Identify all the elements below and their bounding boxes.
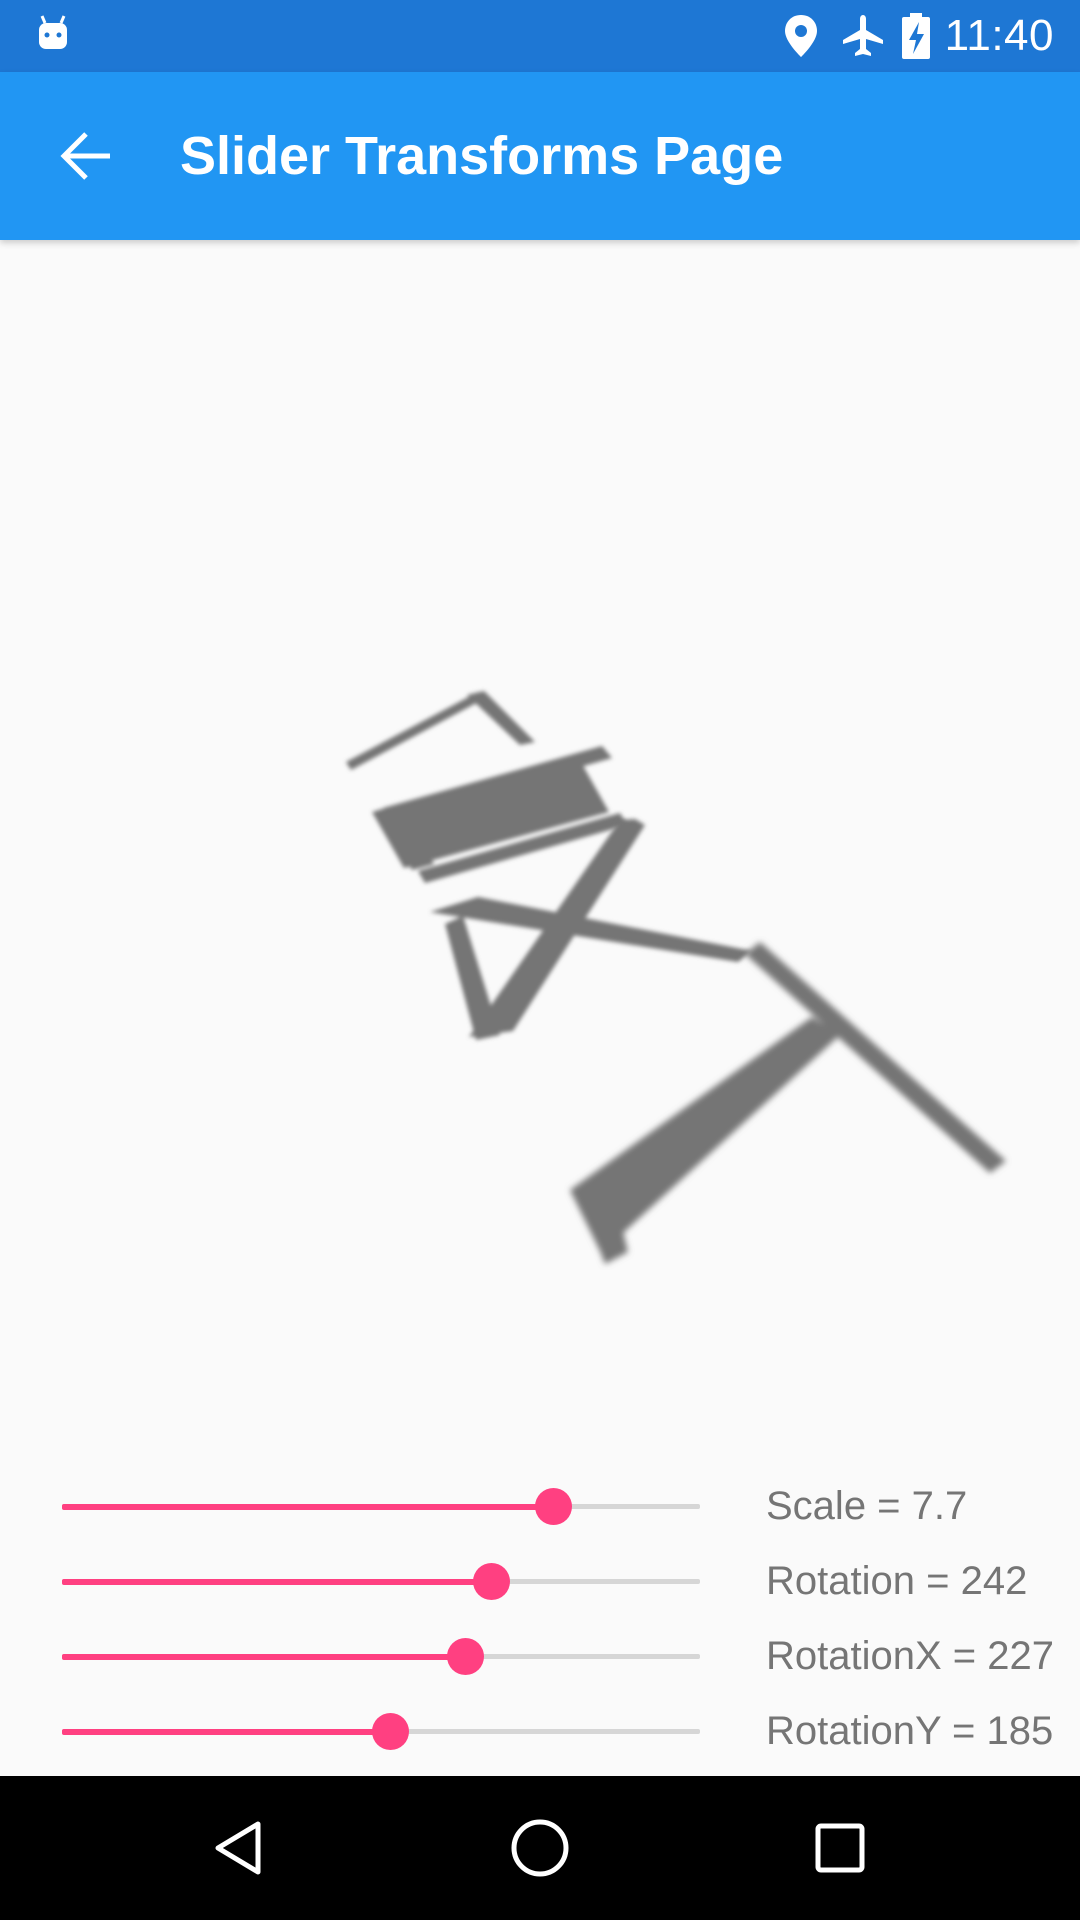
navigation-bar [0, 1776, 1080, 1920]
nav-back-icon [215, 1821, 261, 1875]
nav-recents-button[interactable] [790, 1798, 890, 1898]
page-title: Slider Transforms Page [180, 126, 784, 186]
text-letter-t1 [346, 691, 535, 770]
rotation-y-slider-row: RotationY = 185 [0, 1694, 1080, 1769]
rotation-x-label: RotationX = 227 [766, 1634, 1054, 1678]
text-letter-x [430, 819, 752, 1040]
slider-thumb[interactable] [371, 1713, 409, 1750]
airplane-icon [839, 12, 887, 60]
slider-fill [62, 1579, 491, 1585]
rotation-label: Rotation = 242 [766, 1559, 1028, 1603]
rotation-x-slider-row: RotationX = 227 [0, 1619, 1080, 1694]
slider-thumb[interactable] [446, 1638, 484, 1675]
scale-label: Scale = 7.7 [766, 1484, 968, 1528]
rotation-y-label: RotationY = 185 [766, 1709, 1054, 1753]
rotation-slider[interactable] [62, 1544, 700, 1619]
slider-fill [62, 1729, 390, 1735]
slider-thumb[interactable] [535, 1488, 573, 1525]
rotation-x-slider[interactable] [62, 1619, 700, 1694]
nav-recents-icon [815, 1823, 865, 1873]
scale-slider-row: Scale = 7.7 [0, 1469, 1080, 1544]
app-bar: Slider Transforms Page [0, 72, 1080, 240]
scale-slider[interactable] [62, 1469, 700, 1544]
android-icon [39, 15, 67, 49]
transformed-text [346, 691, 1006, 1264]
slider-fill [62, 1504, 554, 1510]
slider-thumb[interactable] [472, 1563, 510, 1600]
screen: 11:40 Slider Transforms Page Scale = 7.7… [0, 0, 1080, 1920]
back-button[interactable] [42, 112, 130, 200]
location-icon [781, 13, 821, 59]
status-bar: 11:40 [0, 0, 1080, 72]
nav-home-icon [511, 1819, 569, 1877]
battery-charging-icon [901, 12, 931, 60]
content-area: Scale = 7.7 Rotation = 242 RotationX = 2… [0, 240, 1080, 1776]
nav-back-button[interactable] [190, 1798, 290, 1898]
arrow-back-icon [60, 132, 110, 180]
rotation-y-slider[interactable] [62, 1694, 700, 1769]
text-letter-t2 [570, 942, 1006, 1264]
nav-home-button[interactable] [490, 1798, 590, 1898]
text-letter-e [372, 746, 627, 883]
status-clock: 11:40 [944, 11, 1054, 60]
slider-fill [62, 1654, 465, 1660]
rotation-slider-row: Rotation = 242 [0, 1544, 1080, 1619]
